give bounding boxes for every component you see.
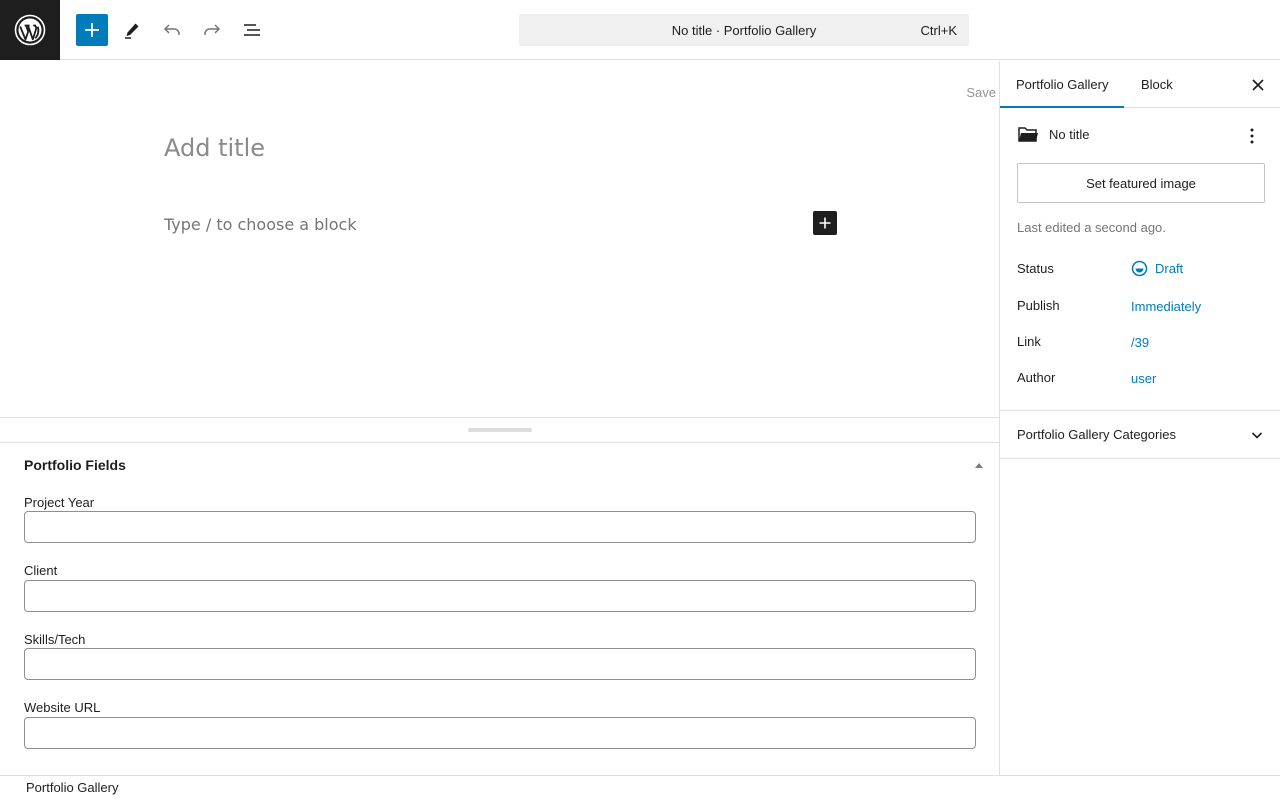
categories-panel-toggle[interactable]: Portfolio Gallery Categories (1000, 410, 1280, 459)
breadcrumb-item[interactable]: Portfolio Gallery (26, 780, 118, 795)
command-shortcut: Ctrl+K (920, 23, 957, 38)
wordpress-logo-button[interactable] (0, 0, 60, 60)
sidebar-tabs: Portfolio Gallery Block (1000, 61, 1280, 108)
block-inserter-button[interactable] (76, 14, 108, 46)
publish-value-button[interactable]: Immediately (1131, 299, 1201, 314)
editor-footer: Portfolio Gallery (0, 775, 1280, 800)
redo-icon (204, 24, 221, 35)
pencil-icon (125, 23, 139, 39)
project-year-input[interactable] (24, 511, 976, 543)
triangle-up-icon (975, 463, 983, 468)
status-value-button[interactable]: Draft (1131, 260, 1183, 277)
draft-status-icon (1131, 260, 1148, 277)
save-draft-button[interactable]: Save (966, 85, 996, 100)
close-icon (1252, 79, 1264, 91)
tab-block[interactable]: Block (1125, 61, 1189, 108)
set-featured-image-button[interactable]: Set featured image (1017, 163, 1265, 203)
status-label: Status (1017, 261, 1054, 276)
wordpress-logo-icon (14, 14, 46, 46)
project-year-label: Project Year (24, 495, 95, 510)
client-input[interactable] (24, 580, 976, 612)
portfolio-fields-metabox: Portfolio Fields Project Year Client Ski… (0, 443, 999, 775)
metabox-resize-bar (0, 417, 999, 443)
resize-handle[interactable] (468, 428, 532, 432)
editor-canvas: Save Add title Type / to choose a block (0, 61, 999, 417)
settings-sidebar: Portfolio Gallery Block No title Set fea… (999, 61, 1280, 775)
list-view-button[interactable] (236, 14, 268, 46)
post-title-input[interactable]: Add title (164, 134, 265, 162)
skills-tech-input[interactable] (24, 648, 976, 680)
website-url-input[interactable] (24, 717, 976, 749)
author-value-button[interactable]: user (1131, 371, 1156, 386)
metabox-title: Portfolio Fields (24, 457, 126, 473)
skills-tech-label: Skills/Tech (24, 632, 86, 647)
publish-label: Publish (1017, 298, 1060, 313)
undo-icon (163, 24, 180, 35)
tools-button[interactable] (116, 14, 148, 46)
tab-portfolio-gallery[interactable]: Portfolio Gallery (1000, 61, 1124, 108)
folder-icon (1018, 127, 1038, 142)
website-url-label: Website URL (24, 700, 101, 715)
undo-button[interactable] (156, 14, 188, 46)
redo-button[interactable] (196, 14, 228, 46)
inline-block-inserter-button[interactable] (813, 211, 837, 235)
command-palette-bar[interactable]: No title · Portfolio Gallery Ctrl+K (519, 14, 969, 46)
command-bar-title: No title · Portfolio Gallery (671, 22, 817, 38)
link-value-button[interactable]: /39 (1131, 335, 1149, 350)
author-label: Author (1017, 370, 1056, 385)
last-edited-text: Last edited a second ago. (1017, 220, 1166, 235)
client-label: Client (24, 563, 58, 578)
plus-icon (85, 23, 99, 37)
categories-panel-title: Portfolio Gallery Categories (1017, 427, 1176, 442)
plus-icon (819, 217, 831, 229)
default-block-appender[interactable]: Type / to choose a block (164, 215, 357, 234)
more-vertical-icon (1250, 128, 1254, 144)
link-label: Link (1017, 334, 1041, 349)
list-view-icon (244, 24, 260, 36)
editor-header: No title · Portfolio Gallery Ctrl+K (0, 0, 1280, 60)
metabox-toggle-button[interactable] (970, 457, 988, 473)
post-card-title: No title (1049, 127, 1090, 142)
status-value: Draft (1155, 261, 1184, 276)
chevron-down-icon (1251, 432, 1263, 439)
close-sidebar-button[interactable] (1247, 74, 1269, 96)
post-actions-button[interactable] (1240, 125, 1264, 147)
